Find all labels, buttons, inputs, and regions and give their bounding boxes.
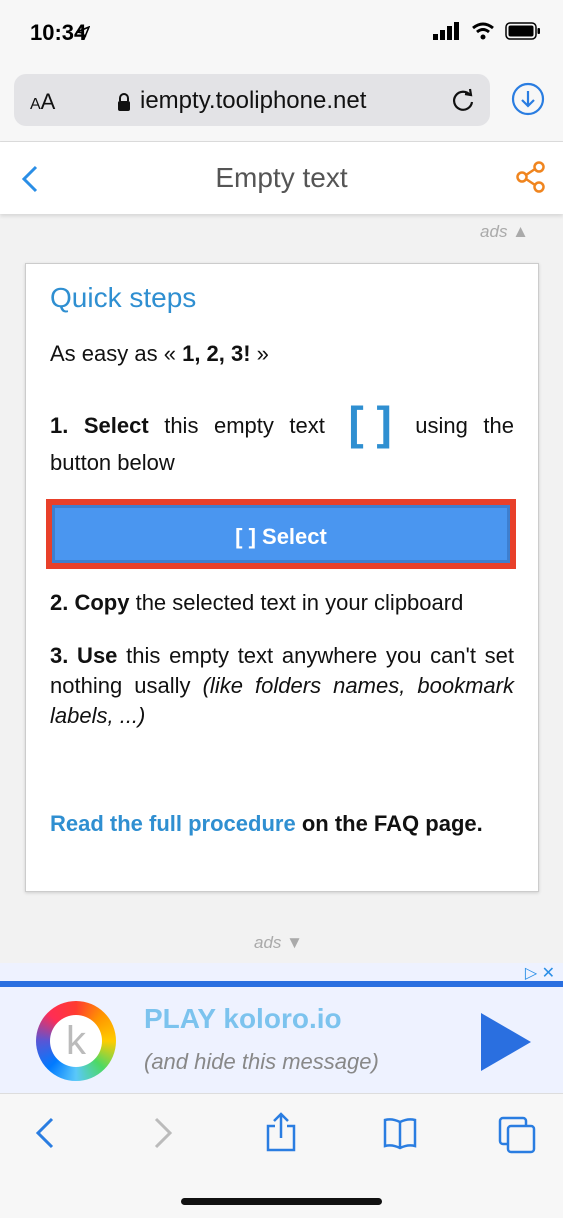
step-2-number: 2. Copy xyxy=(50,590,130,615)
step-1: 1. Select this empty text [ ] using the … xyxy=(50,400,514,480)
step-3-number: 3. Use xyxy=(50,643,118,668)
page-title: Empty text xyxy=(215,162,348,193)
banner-title[interactable]: PLAY koloro.io xyxy=(144,1003,342,1035)
empty-text-bracket: [ ] xyxy=(348,397,392,449)
banner-subtitle: (and hide this message) xyxy=(144,1049,379,1074)
adchoices-icon[interactable]: ▷ ✕ xyxy=(525,963,555,983)
share-icon[interactable] xyxy=(515,160,547,194)
address-bar[interactable]: AA iempty.tooliphone.net xyxy=(14,74,490,126)
banner-top-line xyxy=(0,981,563,987)
card-heading: Quick steps xyxy=(50,282,197,313)
intro-text: As easy as « 1, 2, 3! » xyxy=(50,338,514,369)
url-host: iempty.tooliphone.net xyxy=(140,87,367,114)
step-2-text: the selected text in your clipboard xyxy=(129,590,464,615)
koloro-banner-ad[interactable]: ▷ ✕ k PLAY koloro.io (and hide this mess… xyxy=(0,963,563,1093)
browser-address-area: AA iempty.tooliphone.net xyxy=(0,66,563,142)
intro-bold: 1, 2, 3! xyxy=(182,341,251,366)
status-icons xyxy=(76,22,541,40)
step-3: 3. Use this empty text anywhere you can'… xyxy=(50,641,514,731)
intro-suffix: » xyxy=(250,341,269,366)
wifi-icon xyxy=(472,22,494,40)
location-arrow-icon xyxy=(76,26,90,40)
nav-back-icon[interactable] xyxy=(34,1116,56,1150)
play-triangle-icon[interactable] xyxy=(481,1013,531,1071)
home-indicator xyxy=(181,1198,382,1205)
ads-label-top: ads ▲ xyxy=(480,222,529,241)
koloro-logo-letter: k xyxy=(50,1015,102,1067)
battery-icon xyxy=(505,22,540,40)
signal-icon xyxy=(433,22,459,40)
reload-icon[interactable] xyxy=(450,87,476,113)
koloro-logo: k xyxy=(36,1001,116,1081)
quick-steps-card: Quick steps As easy as « 1, 2, 3! » 1. S… xyxy=(25,263,539,892)
select-button[interactable]: [ ] Select xyxy=(52,505,510,563)
faq-line: Read the full procedure on the FAQ page. xyxy=(50,808,514,840)
select-button-highlight: [ ] Select xyxy=(46,499,516,569)
tabs-icon[interactable] xyxy=(498,1116,536,1154)
intro-prefix: As easy as « xyxy=(50,341,183,366)
nav-forward-icon[interactable] xyxy=(152,1116,174,1150)
step-1-number: 1. Select xyxy=(50,413,149,438)
ads-label-bottom: ads ▼ xyxy=(254,933,303,952)
bookmarks-icon[interactable] xyxy=(382,1116,418,1150)
status-bar: 10:34 xyxy=(0,0,563,66)
reader-aa-button[interactable]: AA xyxy=(30,89,55,115)
step-1-text-a: this empty text xyxy=(148,413,341,438)
share-sheet-icon[interactable] xyxy=(264,1112,298,1152)
faq-suffix: on the FAQ page. xyxy=(295,811,483,836)
step-2: 2. Copy the selected text in your clipbo… xyxy=(50,587,514,618)
lock-icon xyxy=(118,93,130,111)
page-header: Empty text xyxy=(0,142,563,214)
download-icon[interactable] xyxy=(511,82,545,116)
faq-link[interactable]: Read the full procedure xyxy=(50,811,296,836)
